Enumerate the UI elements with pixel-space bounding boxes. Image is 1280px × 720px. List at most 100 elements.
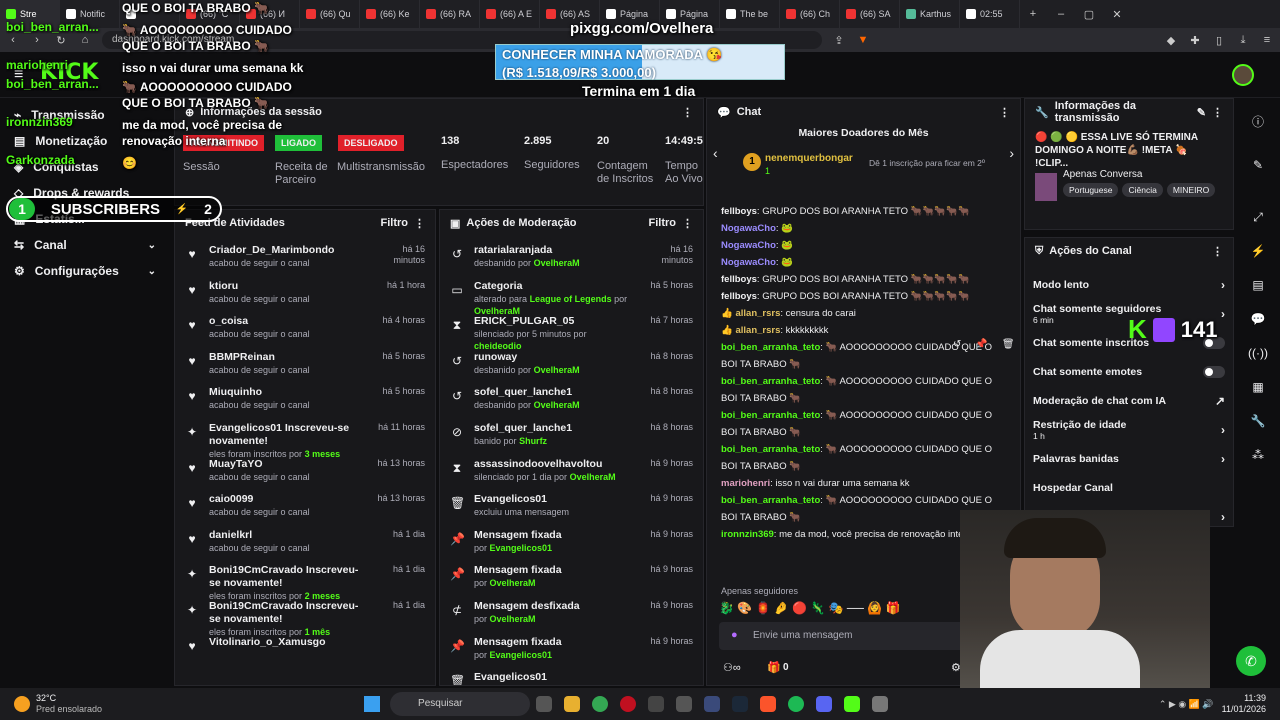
- new-tab-icon[interactable]: +: [1026, 8, 1040, 20]
- chat-message[interactable]: fellboys: GRUPO DOS BOI ARANHA TETO 🐂🐂🐂🐂…: [707, 271, 1020, 288]
- feed-row[interactable]: ♥ Criador_De_Marimbondo acabou de seguir o…: [175, 244, 435, 280]
- app-icon[interactable]: [648, 696, 665, 712]
- channel-action-item[interactable]: Moderação de chat com IA ↗: [1025, 386, 1233, 415]
- tag-chip[interactable]: MINEIRO: [1166, 183, 1216, 197]
- mod-row-sub-user[interactable]: cheideodio: [474, 341, 522, 351]
- tag-chip[interactable]: Ciência: [1122, 183, 1163, 197]
- maximize-icon[interactable]: ▢: [1082, 8, 1096, 21]
- feed-row[interactable]: ✦ Boni19CmCravado Inscreveu-se novamente!…: [175, 600, 435, 637]
- extension-icon[interactable]: ◆: [1164, 34, 1178, 47]
- browser-tab[interactable]: Karthus: [900, 0, 960, 28]
- chat-message[interactable]: NogawaCho: 🐸: [707, 254, 1020, 271]
- spotify-icon[interactable]: [788, 696, 805, 712]
- channel-action-item[interactable]: Palavras banidas ›: [1025, 444, 1233, 473]
- browser-tab[interactable]: The be: [720, 0, 780, 28]
- chevron-right-icon[interactable]: ›: [1221, 510, 1225, 524]
- edit-icon[interactable]: ✎: [1197, 106, 1206, 119]
- chrome-icon[interactable]: [592, 696, 609, 712]
- chat-username[interactable]: fellboys: [721, 206, 757, 217]
- mod-row[interactable]: ⊄ Mensagem desfixada por OvelheraM há 9 hor…: [440, 600, 703, 636]
- toggle-switch[interactable]: [1203, 365, 1225, 378]
- category-name[interactable]: Apenas Conversa: [1063, 169, 1143, 180]
- chevron-right-icon[interactable]: ›: [1221, 423, 1225, 437]
- undo-icon[interactable]: ↺: [953, 339, 961, 350]
- chat-message[interactable]: NogawaCho: 🐸: [707, 220, 1020, 237]
- puzzle-icon[interactable]: ✚: [1188, 34, 1202, 47]
- channel-action-item[interactable]: Restrição de idade 1 h ›: [1025, 415, 1233, 444]
- menu-icon[interactable]: ≡: [1260, 34, 1274, 46]
- mod-row-sub-user2[interactable]: OvelheraM: [474, 306, 520, 316]
- donor-name[interactable]: nenemquerbongar: [765, 153, 853, 164]
- mod-row[interactable]: 📌 Mensagem fixada por Evangelicos01 há 9 ho…: [440, 636, 703, 672]
- explorer-icon[interactable]: [564, 696, 581, 712]
- feed-row[interactable]: ♥ ktioru acabou de seguir o canal há 1 hora: [175, 280, 435, 316]
- brave-icon[interactable]: [760, 696, 777, 712]
- pin-icon[interactable]: 📌: [975, 339, 987, 350]
- windows-start-icon[interactable]: [364, 696, 381, 712]
- calendar-icon[interactable]: ▦: [1243, 372, 1273, 402]
- browser-tab[interactable]: (66) A E: [480, 0, 540, 28]
- chat-username[interactable]: fellboys: [721, 291, 757, 302]
- broadcast-icon[interactable]: ((·)): [1243, 338, 1273, 368]
- minimize-icon[interactable]: –: [1054, 8, 1068, 20]
- feed-row[interactable]: ✦ Evangelicos01 Inscreveu-se novamente! el…: [175, 422, 435, 459]
- mod-row[interactable]: 🗑 Evangelicos01 excluiu uma mensagem há 9 h…: [440, 493, 703, 529]
- trash-icon[interactable]: 🗑: [1002, 339, 1015, 350]
- chat-message[interactable]: boi_ben_arranha_teto: 🐂 AOOOOOOOOO CUIDA…: [707, 441, 1020, 475]
- chat-message[interactable]: 👍 allan_rsrs: censura do carai: [707, 305, 1020, 322]
- avatar[interactable]: [1232, 64, 1254, 86]
- chevron-right-icon[interactable]: ›: [1221, 452, 1225, 466]
- browser-tab[interactable]: (66) SA: [840, 0, 900, 28]
- chat-username[interactable]: boi_ben_arranha_teto: [721, 444, 820, 455]
- mod-row[interactable]: 📌 Mensagem fixada por OvelheraM há 9 horas: [440, 564, 703, 600]
- chat-username[interactable]: boi_ben_arranha_teto: [721, 495, 820, 506]
- channel-action-item[interactable]: Chat somente emotes: [1025, 357, 1233, 386]
- feed-row[interactable]: ♥ o_coisa acabou de seguir o canal há 4 hor…: [175, 315, 435, 351]
- feed-row[interactable]: ♥ danielkrl acabou de seguir o canal há 1 d…: [175, 529, 435, 565]
- mod-row-sub-user[interactable]: OvelheraM: [490, 614, 536, 624]
- share-nodes-icon[interactable]: ⁂: [1243, 440, 1273, 470]
- browser-tab[interactable]: (66) Ke: [360, 0, 420, 28]
- mod-row[interactable]: 🗑 Evangelicos01: [440, 671, 703, 685]
- badge-desligado[interactable]: DESLIGADO: [338, 135, 404, 151]
- chat-username[interactable]: 👍 allan_rsrs: [721, 308, 780, 319]
- chat-username[interactable]: mariohenri: [721, 478, 770, 489]
- taskbar-search[interactable]: Pesquisar: [390, 692, 531, 716]
- browser-tab[interactable]: (66) Qu: [300, 0, 360, 28]
- tag-chip[interactable]: Portuguese: [1063, 183, 1119, 197]
- more-icon[interactable]: ⋮: [1212, 106, 1223, 119]
- chat-message[interactable]: fellboys: GRUPO DOS BOI ARANHA TETO 🐂🐂🐂🐂…: [707, 203, 1020, 220]
- opera-icon[interactable]: [620, 696, 637, 712]
- mod-row[interactable]: ↺ runoway desbanido por OvelheraM há 8 hora…: [440, 351, 703, 387]
- download-icon[interactable]: ⤓: [1236, 34, 1250, 47]
- mod-row[interactable]: ⊘ sofel_quer_lanche1 banido por Shurfz há 8…: [440, 422, 703, 458]
- mod-row-sub-user[interactable]: OvelheraM: [534, 258, 580, 268]
- chat-message[interactable]: boi_ben_arranha_teto: 🐂 AOOOOOOOOO CUIDA…: [707, 373, 1020, 407]
- feed-row[interactable]: ♥ Miuquinho acabou de seguir o canal há 5 h…: [175, 386, 435, 422]
- mod-row[interactable]: 📌 Mensagem fixada por Evangelicos01 há 9 ho…: [440, 529, 703, 565]
- github-icon[interactable]: [676, 696, 693, 712]
- chat-username[interactable]: ironnzin369: [721, 529, 774, 540]
- app2-icon[interactable]: [704, 696, 721, 712]
- feed-row[interactable]: ♥ caio0099 acabou de seguir o canal há 13 h…: [175, 493, 435, 529]
- channel-action-item[interactable]: Hospedar Canal: [1025, 473, 1233, 502]
- close-icon[interactable]: ✕: [1110, 8, 1124, 21]
- more-icon[interactable]: ⋮: [1212, 245, 1223, 258]
- app3-icon[interactable]: [872, 696, 889, 712]
- sidebar-item[interactable]: ⚙ Configurações ⌄: [0, 258, 170, 284]
- chat-username[interactable]: NogawaCho: [721, 257, 776, 268]
- mod-row-sub-user[interactable]: Evangelicos01: [490, 543, 553, 553]
- browser-tab[interactable]: 02:55: [960, 0, 1020, 28]
- chat-message[interactable]: boi_ben_arranha_teto: 🐂 AOOOOOOOOO CUIDA…: [707, 407, 1020, 441]
- mod-row[interactable]: ↺ ratarialaranjada desbanido por OvelheraM…: [440, 244, 703, 280]
- chat-message[interactable]: mariohenri: isso n vai durar uma semana …: [707, 475, 1020, 492]
- mod-row-sub-user[interactable]: OvelheraM: [534, 365, 580, 375]
- discord-icon[interactable]: [816, 696, 833, 712]
- chevron-left-icon[interactable]: ‹: [713, 145, 718, 161]
- chat-username[interactable]: NogawaCho: [721, 223, 776, 234]
- chevron-right-icon[interactable]: ›: [1221, 278, 1225, 292]
- feed-row[interactable]: ♥ MuayTaYO acabou de seguir o canal há 13 h…: [175, 458, 435, 494]
- chat-username[interactable]: boi_ben_arranha_teto: [721, 376, 820, 387]
- chat-username[interactable]: fellboys: [721, 274, 757, 285]
- browser-tab[interactable]: (66) Ch: [780, 0, 840, 28]
